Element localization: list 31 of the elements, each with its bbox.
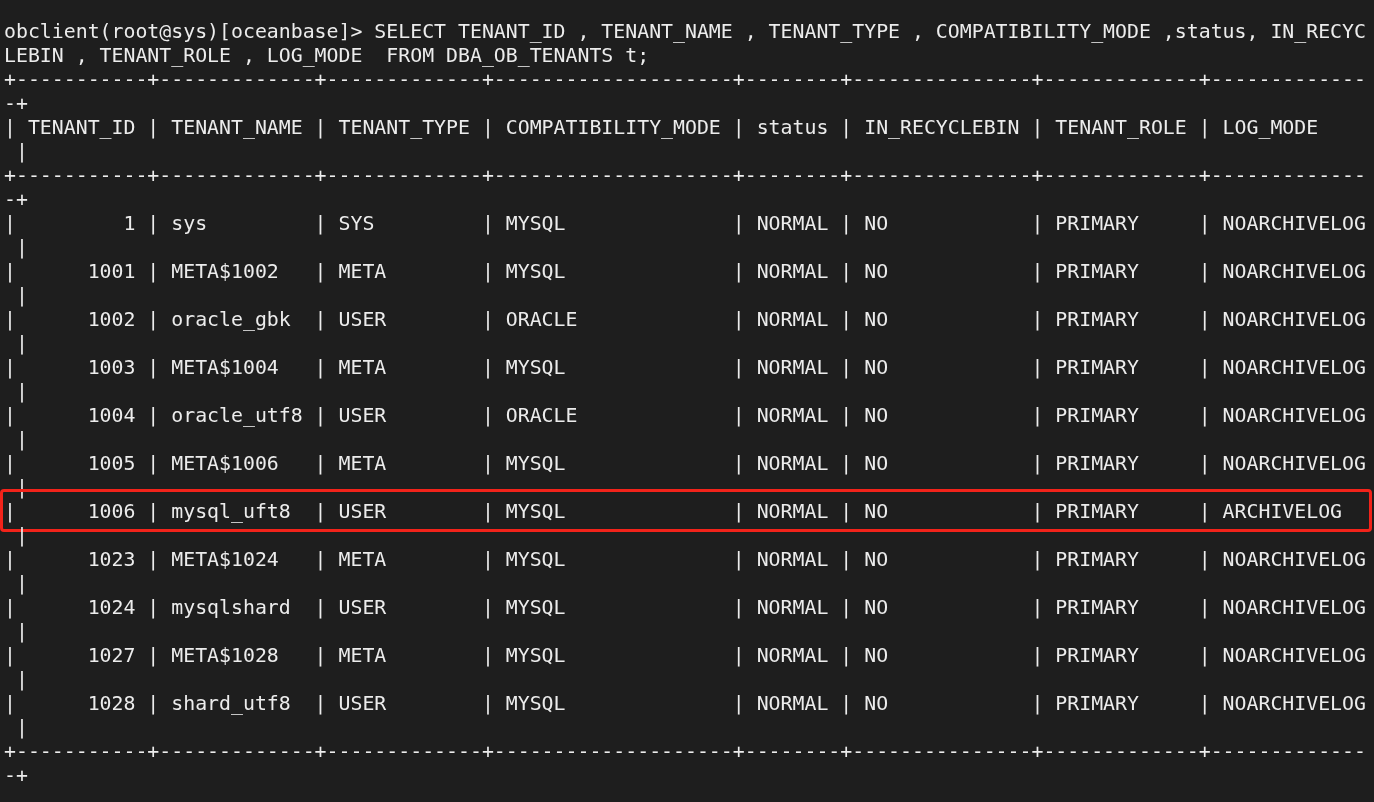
terminal-line: -+ [4, 188, 28, 212]
terminal-line: | 1 | sys | SYS | MYSQL | NORMAL | NO | PRIMARY | NOARCHIVELOG [4, 212, 1366, 236]
terminal-line: +-----------+-------------+-------------+--------------------+--------+---------------+-------------+------------- [4, 740, 1366, 764]
terminal-line: -+ [4, 764, 28, 788]
terminal-line: | [14, 620, 28, 644]
terminal-line: | [14, 716, 28, 740]
terminal-line: | 1024 | mysqlshard | USER | MYSQL | NORMAL | NO | PRIMARY | NOARCHIVELOG [4, 596, 1366, 620]
terminal-line: | TENANT_ID | TENANT_NAME | TENANT_TYPE | COMPATIBILITY_MODE | status | IN_RECYCLEBIN | TENANT_ROLE | LOG_MODE [4, 116, 1319, 140]
terminal-line: | 1002 | oracle_gbk | USER | ORACLE | NORMAL | NO | PRIMARY | NOARCHIVELOG [4, 308, 1366, 332]
terminal-line: | [14, 524, 28, 548]
terminal-line: | [14, 284, 28, 308]
terminal-line: | [14, 572, 28, 596]
terminal-line: | 1003 | META$1004 | META | MYSQL | NORMAL | NO | PRIMARY | NOARCHIVELOG [4, 356, 1366, 380]
terminal-line: LEBIN , TENANT_ROLE , LOG_MODE FROM DBA_OB_TENANTS t; [4, 44, 650, 68]
terminal-line: | [14, 668, 28, 692]
terminal-line: | 1005 | META$1006 | META | MYSQL | NORMAL | NO | PRIMARY | NOARCHIVELOG [4, 452, 1366, 476]
terminal-line: | 1001 | META$1002 | META | MYSQL | NORMAL | NO | PRIMARY | NOARCHIVELOG [4, 260, 1366, 284]
terminal-line: | [14, 140, 28, 164]
terminal-line: -+ [4, 92, 28, 116]
terminal-line: | [14, 236, 28, 260]
terminal-line: +-----------+-------------+-------------+--------------------+--------+---------------+-------------+------------- [4, 164, 1366, 188]
terminal-line: | 1004 | oracle_utf8 | USER | ORACLE | NORMAL | NO | PRIMARY | NOARCHIVELOG [4, 404, 1366, 428]
terminal-line: | [14, 428, 28, 452]
terminal-line: | 1027 | META$1028 | META | MYSQL | NORMAL | NO | PRIMARY | NOARCHIVELOG [4, 644, 1366, 668]
terminal-line: | 1028 | shard_utf8 | USER | MYSQL | NORMAL | NO | PRIMARY | NOARCHIVELOG [4, 692, 1366, 716]
terminal-line: | [14, 380, 28, 404]
terminal-line: | 1023 | META$1024 | META | MYSQL | NORMAL | NO | PRIMARY | NOARCHIVELOG [4, 548, 1366, 572]
terminal-line: | 1006 | mysql_uft8 | USER | MYSQL | NORMAL | NO | PRIMARY | ARCHIVELOG [4, 500, 1343, 524]
terminal-line: | [14, 332, 28, 356]
terminal-line: obclient(root@sys)[oceanbase]> SELECT TENANT_ID , TENANT_NAME , TENANT_TYPE , COMPATIBILITY_MODE ,status, IN_RECYC [4, 20, 1366, 44]
terminal-line: +-----------+-------------+-------------+--------------------+--------+---------------+-------------+------------- [4, 68, 1366, 92]
